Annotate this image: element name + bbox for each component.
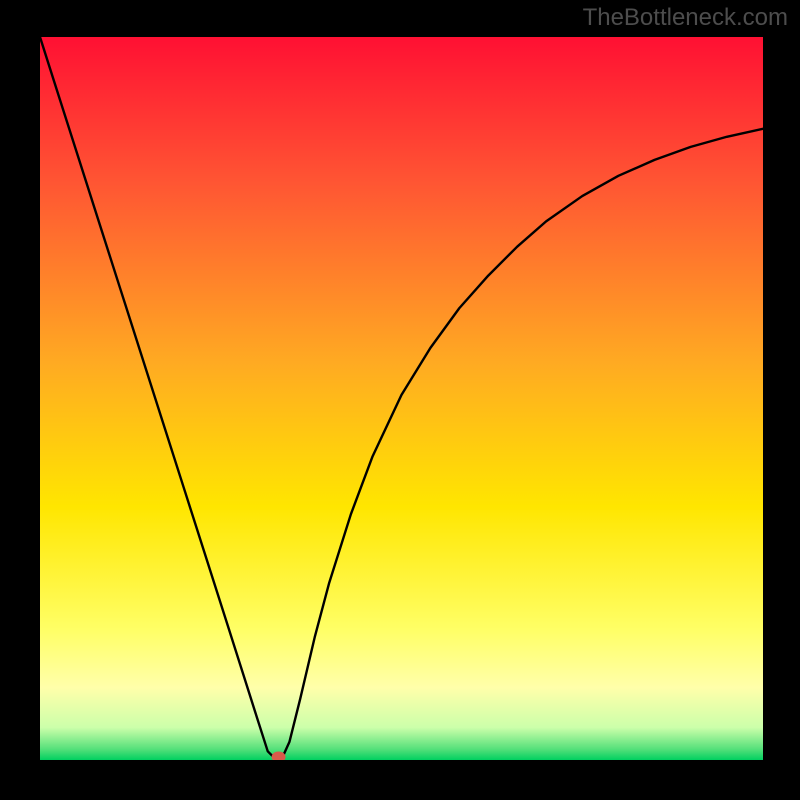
bottleneck-chart (0, 0, 800, 800)
chart-frame: TheBottleneck.com (0, 0, 800, 800)
optimum-marker (272, 752, 286, 763)
watermark-text: TheBottleneck.com (583, 4, 788, 32)
plot-background (40, 37, 763, 760)
